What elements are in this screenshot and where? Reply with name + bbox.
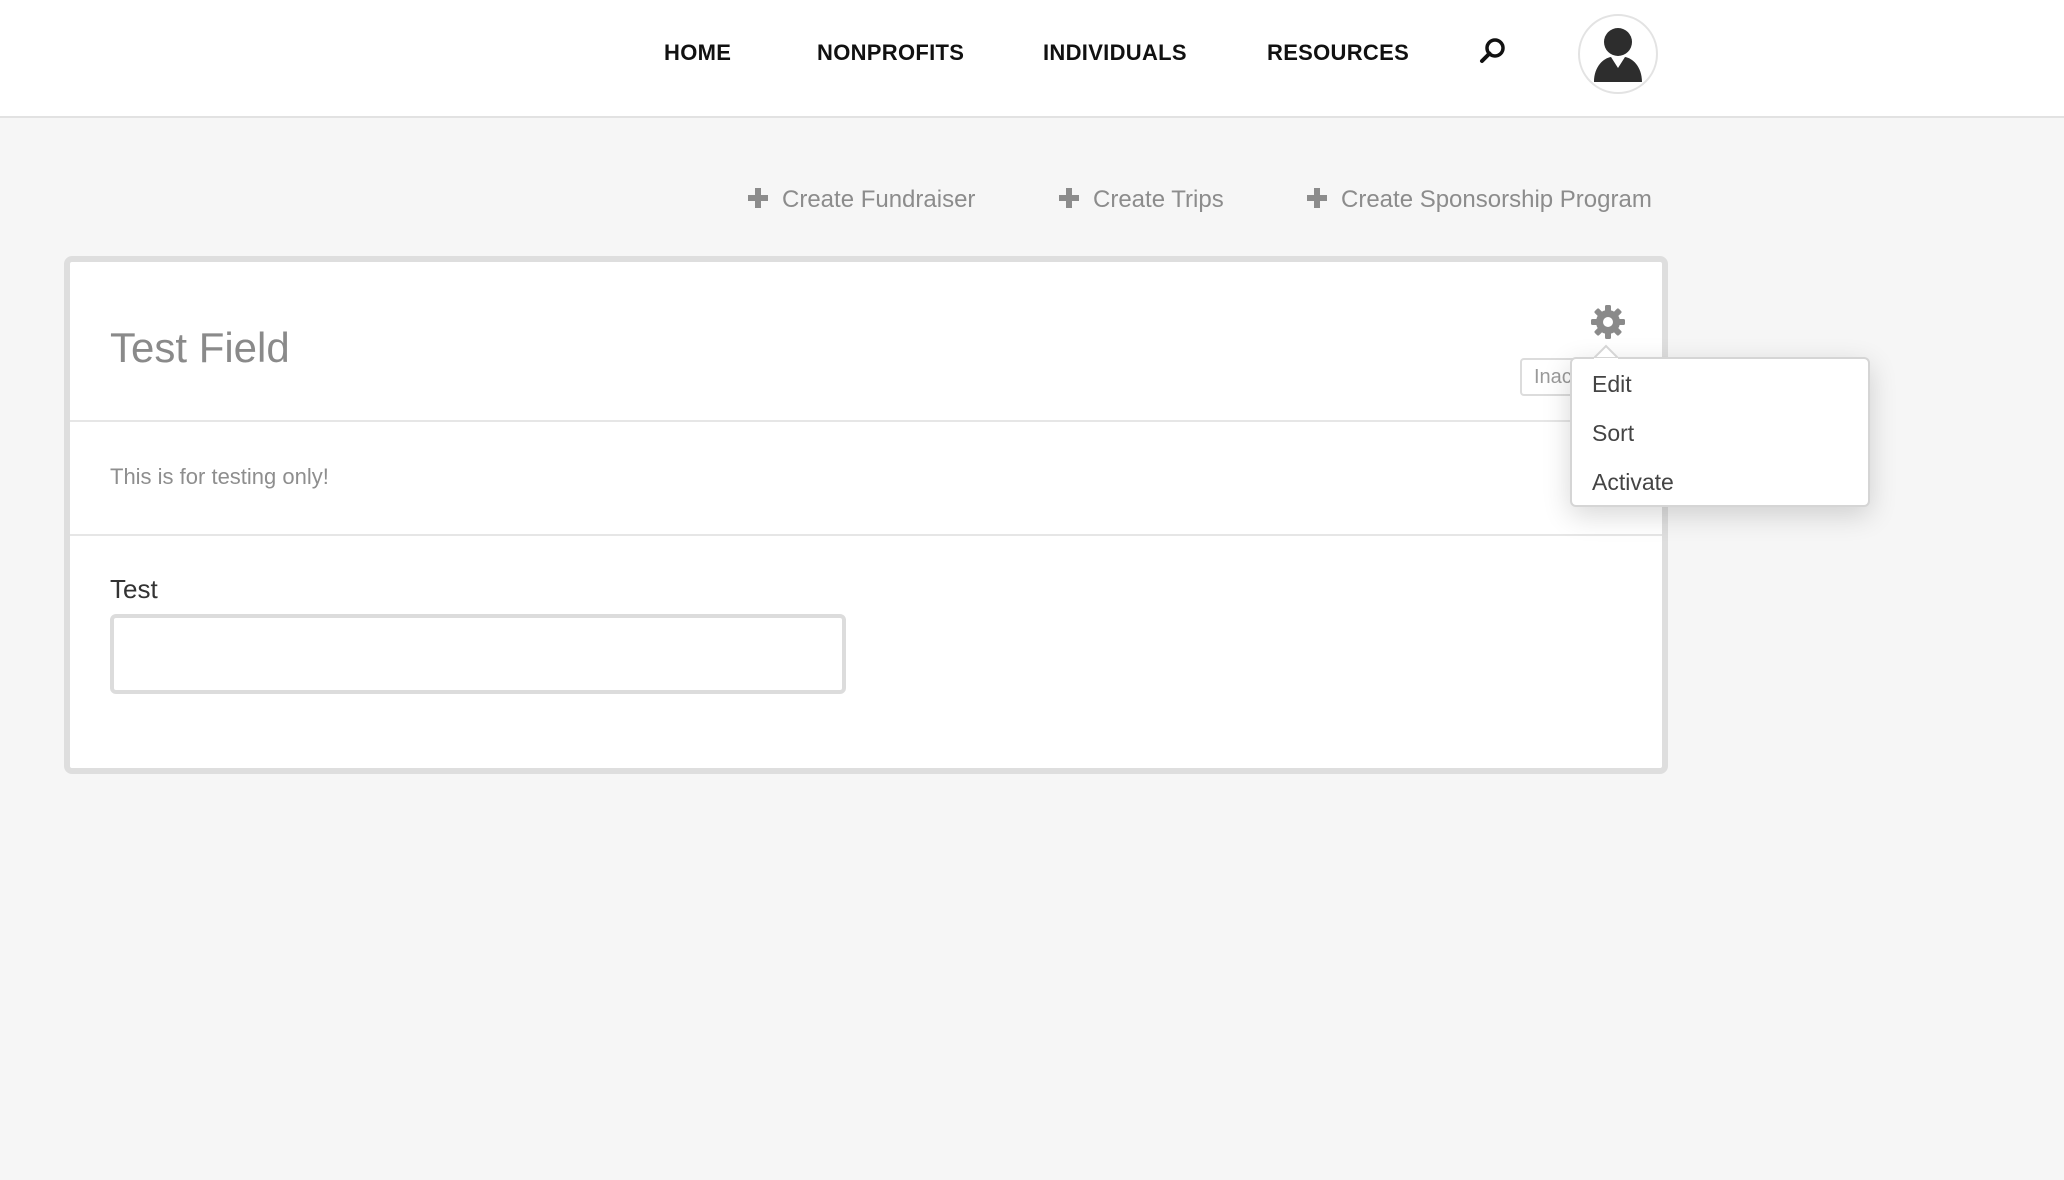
user-avatar[interactable] <box>1578 14 1658 94</box>
field-label: Test <box>110 574 158 604</box>
create-fundraiser-button[interactable]: Create Fundraiser <box>748 186 975 214</box>
nav-resources-link[interactable]: RESOURCES <box>1267 40 1409 66</box>
user-avatar-icon <box>1594 28 1642 82</box>
create-sponsorship-program-button[interactable]: Create Sponsorship Program <box>1307 186 1652 214</box>
gear-icon[interactable] <box>1590 304 1626 340</box>
card-title: Test Field <box>110 324 290 371</box>
create-trips-label: Create Trips <box>1093 186 1224 213</box>
create-fundraiser-label: Create Fundraiser <box>782 186 976 213</box>
nav-individuals-link[interactable]: INDIVIDUALS <box>1043 40 1187 66</box>
card-divider <box>70 534 1662 536</box>
settings-dropdown-menu: Edit Sort Activate <box>1570 357 1870 507</box>
field-card: Test Field Inactive This is for testing … <box>64 256 1668 774</box>
create-trips-button[interactable]: Create Trips <box>1059 186 1224 214</box>
create-sponsorship-program-label: Create Sponsorship Program <box>1341 186 1652 213</box>
card-description: This is for testing only! <box>110 464 329 489</box>
nav-home-link[interactable]: HOME <box>664 40 731 66</box>
search-icon[interactable] <box>1478 36 1508 66</box>
card-divider <box>70 420 1662 422</box>
menu-item-edit[interactable]: Edit <box>1592 371 1632 398</box>
plus-icon <box>1059 188 1079 208</box>
menu-item-sort[interactable]: Sort <box>1592 420 1634 447</box>
test-field-input[interactable] <box>110 614 846 694</box>
plus-icon <box>748 188 768 208</box>
top-navigation-bar: HOME NONPROFITS INDIVIDUALS RESOURCES <box>0 0 2064 118</box>
dropdown-arrow <box>1594 344 1618 368</box>
menu-item-activate[interactable]: Activate <box>1592 469 1674 496</box>
plus-icon <box>1307 188 1327 208</box>
nav-nonprofits-link[interactable]: NONPROFITS <box>817 40 964 66</box>
